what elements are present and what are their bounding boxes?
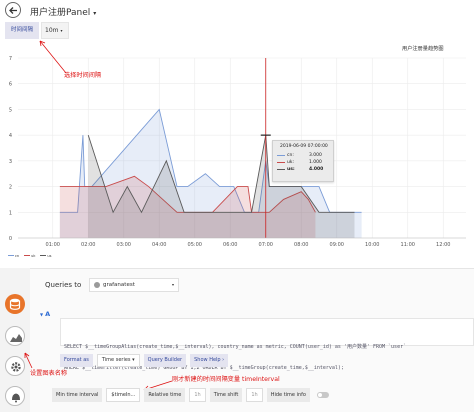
datasource-icon — [94, 281, 100, 288]
min-interval-label: Min time interval — [52, 388, 103, 402]
tooltip-series-name: us: — [287, 167, 295, 172]
legend-item-us[interactable]: us — [40, 254, 51, 258]
tooltip-row: cn: 3.000 — [277, 152, 329, 159]
series-swatch — [24, 255, 31, 256]
x-tick-label: 05:00 — [188, 242, 202, 248]
y-tick-label: 2 — [9, 185, 12, 191]
graph-tooltip: 2019-06-09 07:00:00 cn: 3.000 uk: 1.000 us… — [272, 140, 334, 182]
x-tick-label: 04:00 — [152, 242, 166, 248]
sql-line: SELECT $__timeGroupAlias(create_time,$__… — [64, 344, 407, 350]
show-help-button[interactable]: Show Help › — [190, 354, 229, 367]
editor-sidenav — [0, 268, 30, 412]
legend-label: uk — [31, 253, 36, 258]
tooltip-series-value: 3.000 — [309, 153, 322, 158]
tooltip-row: us: 4.000 — [277, 166, 329, 173]
series-swatch — [277, 162, 285, 163]
y-tick-label: 7 — [9, 56, 12, 62]
x-tick-label: 06:00 — [223, 242, 237, 248]
y-tick-label: 3 — [9, 159, 12, 165]
format-as-value: Time series — [101, 357, 131, 363]
series-swatch — [277, 169, 285, 170]
query-options-row-2: Min time interval $timeIn... Relative ti… — [52, 388, 329, 402]
panel-title-text: 用户注册Panel — [30, 8, 91, 18]
graph-legend: cn uk us — [8, 252, 51, 259]
min-interval-input[interactable]: $timeIn... — [106, 388, 141, 402]
x-tick-label: 07:00 — [259, 242, 273, 248]
datasource-name: grafanatest — [103, 282, 135, 288]
y-tick-label: 5 — [9, 107, 12, 113]
alert-tab[interactable] — [5, 386, 25, 406]
x-tick-label: 01:00 — [46, 242, 60, 248]
dashboard-header: 用户注册Panel ▾ — [0, 0, 474, 22]
tooltip-series-name: cn: — [287, 153, 294, 158]
tooltip-series-name: uk: — [287, 160, 294, 165]
queries-to-label: Queries to — [45, 281, 82, 289]
query-ref-id: A — [45, 310, 51, 318]
back-button[interactable] — [5, 2, 21, 18]
x-tick-label: 08:00 — [294, 242, 308, 248]
x-tick-label: 03:00 — [117, 242, 131, 248]
legend-item-uk[interactable]: uk — [24, 254, 35, 258]
tooltip-series-value: 1.000 — [309, 160, 322, 165]
annotation-arrow — [39, 40, 67, 74]
relative-time-label: Relative time — [144, 388, 186, 402]
hide-time-info-label: Hide time info — [266, 388, 310, 402]
x-tick-label: 10:00 — [365, 242, 379, 248]
chevron-down-icon: ▾ — [60, 28, 63, 33]
chevron-down-icon: ▾ — [93, 10, 97, 17]
bell-icon — [12, 393, 20, 403]
tooltip-row: uk: 1.000 — [277, 159, 329, 166]
format-as-select[interactable]: Time series ▾ — [96, 354, 140, 367]
series-swatch — [40, 255, 47, 256]
annotation-arrow — [24, 352, 33, 369]
gear-icon — [11, 362, 21, 372]
format-as-label: Format as — [60, 354, 93, 367]
hide-time-info-toggle[interactable] — [316, 392, 329, 398]
x-tick-label: 11:00 — [401, 242, 415, 248]
query-builder-button[interactable]: Query Builder — [143, 354, 187, 367]
arrow-left-icon — [9, 7, 17, 14]
queries-tab[interactable] — [5, 294, 25, 314]
x-tick-label: 02:00 — [81, 242, 95, 248]
query-options-row: Format as Time series ▾ Query Builder Sh… — [60, 354, 229, 367]
series-swatch — [8, 255, 14, 256]
x-tick-label: 09:00 — [330, 242, 344, 248]
relative-time-input[interactable]: 1h — [189, 388, 206, 402]
annotation-ref-interval: 刚才新建的时间间隔变量 timeInterval — [172, 376, 280, 383]
chart-icon — [10, 334, 22, 342]
chevron-down-icon: ▾ — [171, 282, 174, 287]
interval-variable-value: 10m — [45, 27, 59, 34]
y-tick-label: 1 — [9, 210, 12, 216]
x-tick-label: 12:00 — [436, 242, 450, 248]
annotation-set-chart-name: 设置图表名称 — [30, 370, 68, 377]
tooltip-time: 2019-06-09 07:00:00 — [280, 144, 328, 149]
database-icon — [9, 298, 21, 310]
visualization-tab[interactable] — [5, 326, 25, 346]
panel-title[interactable]: 用户注册Panel ▾ — [30, 5, 96, 18]
datasource-select[interactable]: grafanatest ▾ — [89, 278, 179, 292]
annotation-select-interval: 选择时间间隔 — [64, 72, 102, 79]
legend-label: us — [47, 253, 52, 258]
legend-label: cn — [15, 253, 20, 258]
y-tick-label: 0 — [9, 236, 12, 242]
query-row-header[interactable]: ▼ A — [40, 310, 50, 318]
chevron-down-icon: ▾ — [132, 357, 135, 363]
tooltip-series-value: 4.000 — [309, 167, 324, 172]
time-shift-input[interactable]: 1h — [246, 388, 263, 402]
legend-item-cn[interactable]: cn — [8, 254, 19, 258]
series-swatch — [277, 155, 285, 156]
y-tick-label: 4 — [9, 133, 12, 139]
y-tick-label: 6 — [9, 82, 12, 88]
time-shift-label: Time shift — [209, 388, 243, 402]
chevron-down-icon: ▼ — [40, 312, 44, 317]
